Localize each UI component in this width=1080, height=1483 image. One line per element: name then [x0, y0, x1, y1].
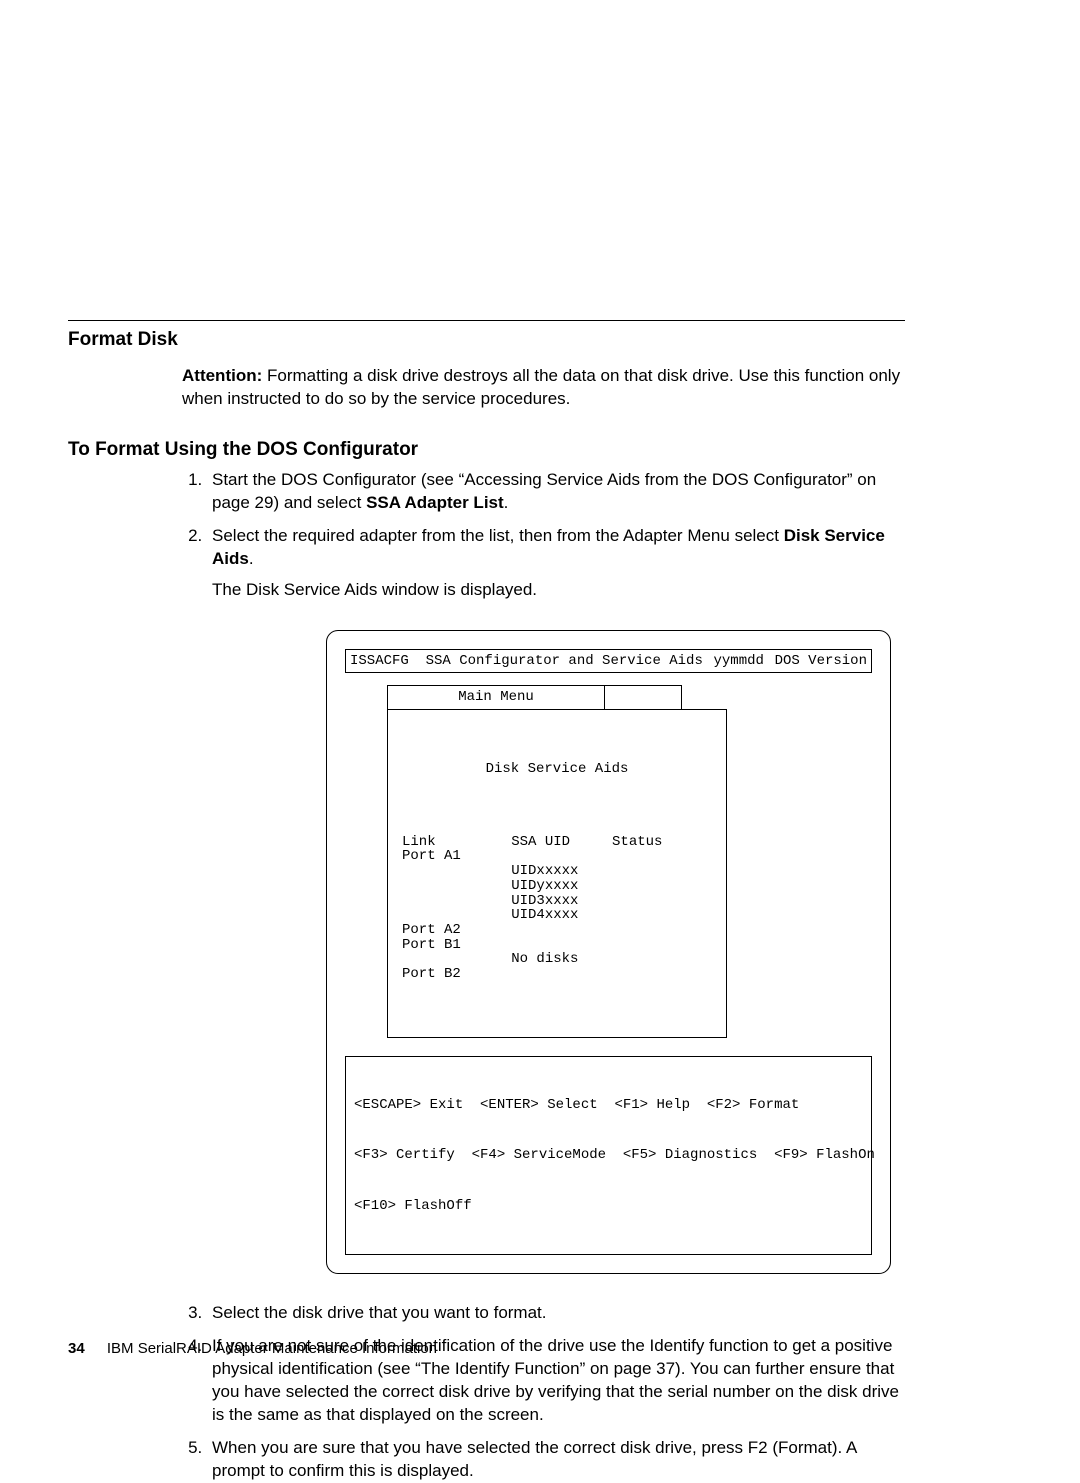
page-number: 34: [68, 1340, 85, 1357]
terminal-title-left: ISSACFG SSA Configurator and Service Aid…: [350, 652, 703, 671]
step-1-bold: SSA Adapter List: [366, 493, 504, 512]
terminal-figure: ISSACFG SSA Configurator and Service Aid…: [326, 630, 891, 1275]
step-2-cont: The Disk Service Aids window is displaye…: [212, 579, 905, 602]
section-rule: [68, 320, 905, 321]
procedure-list: Start the DOS Configurator (see “Accessi…: [182, 469, 905, 1483]
key-line-2: <F3> Certify <F4> ServiceMode <F5> Diagn…: [354, 1147, 863, 1164]
step-2-text-a: Select the required adapter from the lis…: [212, 526, 784, 545]
heading-format-disk: Format Disk: [68, 329, 905, 351]
step-5: When you are sure that you have selected…: [207, 1437, 905, 1483]
footer-title: IBM SerialRAID Adapter Maintenance Infor…: [107, 1340, 437, 1357]
step-3: Select the disk drive that you want to f…: [207, 1302, 905, 1325]
attention-block: Attention: Formatting a disk drive destr…: [182, 365, 905, 411]
attention-label: Attention:: [182, 366, 262, 385]
step-1: Start the DOS Configurator (see “Accessi…: [207, 469, 905, 515]
panel-title: Disk Service Aids: [402, 760, 712, 779]
key-help-box: <ESCAPE> Exit <ENTER> Select <F1> Help <…: [345, 1056, 872, 1255]
terminal-titlebar: ISSACFG SSA Configurator and Service Aid…: [345, 649, 872, 674]
key-line-3: <F10> FlashOff: [354, 1198, 863, 1215]
heading-dos-configurator: To Format Using the DOS Configurator: [68, 439, 905, 461]
key-line-1: <ESCAPE> Exit <ENTER> Select <F1> Help <…: [354, 1097, 863, 1114]
terminal-tabs: Main Menu: [387, 685, 872, 710]
step-2: Select the required adapter from the lis…: [207, 525, 905, 1274]
terminal-title-mid: yymmdd: [714, 652, 764, 671]
main-menu-tab: Main Menu: [387, 685, 605, 710]
step-2-text-c: .: [249, 549, 254, 568]
step-1-text-c: .: [504, 493, 509, 512]
attention-text: Formatting a disk drive destroys all the…: [182, 366, 900, 408]
terminal-title-right: DOS Version: [775, 652, 867, 671]
page-footer: 34 IBM SerialRAID Adapter Maintenance In…: [68, 1340, 437, 1357]
disk-service-aids-panel: Disk Service Aids Link SSA UID Status Po…: [387, 709, 727, 1038]
step-1-text-a: Start the DOS Configurator (see “Accessi…: [212, 470, 876, 512]
panel-body: Link SSA UID Status Port A1 UIDxxxxx UID…: [402, 835, 712, 982]
blank-tab: [605, 685, 682, 710]
